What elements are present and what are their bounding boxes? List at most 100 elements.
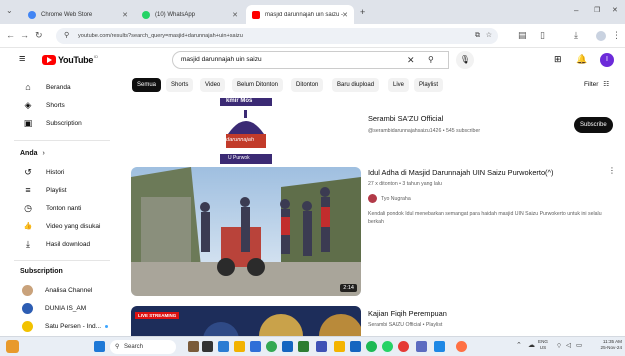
search-input[interactable]: masjid darunnajah uin saizu ✕ ⚲	[172, 51, 449, 69]
chip-recently-uploaded[interactable]: Baru diupload	[332, 78, 380, 92]
hamburger-menu-icon[interactable]: ≡	[19, 53, 25, 65]
close-tab-icon[interactable]: ✕	[232, 11, 238, 19]
chevron-up-icon[interactable]: ⌃	[516, 341, 522, 349]
create-video-icon[interactable]: ⊞	[554, 54, 562, 65]
video-thumbnail[interactable]: LIVE STREAMING	[131, 306, 361, 336]
tab-youtube[interactable]: masjid darunnajah uin saizu - YouTube ✕	[246, 5, 354, 24]
video-title[interactable]: Idul Adha di Masjid Darunnajah UIN Saizu…	[368, 168, 553, 177]
download-icon: ⤓	[26, 238, 30, 249]
app-icon[interactable]	[456, 341, 467, 352]
forward-icon[interactable]: →	[20, 30, 29, 40]
sidebar-subscription-item[interactable]: DUNIA IS_AM	[0, 299, 118, 317]
sidebar-you-heading[interactable]: Anda ›	[20, 150, 45, 157]
weather-widget-icon[interactable]	[6, 340, 19, 353]
sidebar-item-watch-later[interactable]: ◷ Tonton nanti	[0, 199, 118, 217]
windows-start-icon[interactable]	[94, 341, 105, 352]
chrome-icon[interactable]	[266, 341, 277, 352]
chip-video[interactable]: Video	[200, 78, 226, 92]
account-avatar[interactable]: I	[600, 53, 614, 67]
chip-all[interactable]: Semua	[132, 78, 162, 92]
edge-icon[interactable]	[218, 341, 229, 352]
bookmark-star-icon[interactable]: ☆	[486, 28, 492, 44]
close-tab-icon[interactable]: ✕	[342, 11, 348, 19]
sidebar-subscription-item[interactable]: Analisa Channel	[0, 281, 118, 299]
new-tab-button[interactable]: +	[360, 7, 365, 17]
sidebar-item-subscriptions[interactable]: ▣ Subscription	[0, 114, 118, 132]
wifi-icon[interactable]: ⌔	[556, 341, 562, 350]
close-tab-icon[interactable]: ✕	[122, 11, 128, 19]
sidebar-item-shorts[interactable]: ◈ Shorts	[0, 96, 118, 114]
taskbar-search-input[interactable]: ⚲ Search	[110, 340, 176, 354]
menu-kebab-icon[interactable]: ⋮	[612, 30, 621, 41]
word-icon[interactable]	[282, 341, 293, 352]
whatsapp-icon[interactable]	[382, 341, 393, 352]
youtube-logo[interactable]: YouTube ID	[42, 54, 98, 65]
screen-share-icon[interactable]: ⧉	[475, 28, 480, 44]
sidebar-item-downloads[interactable]: ⤓ Hasil download	[0, 235, 118, 253]
clear-search-icon[interactable]: ✕	[407, 52, 415, 68]
chip-shorts[interactable]: Shorts	[166, 78, 194, 92]
sidebar-item-history[interactable]: ↺ Histori	[0, 163, 118, 181]
battery-icon[interactable]: ▭	[576, 341, 582, 349]
sidebar: ⌂ Beranda ◈ Shorts ▣ Subscription Anda ›…	[0, 74, 118, 336]
notifications-bell-icon[interactable]: 🔔	[576, 54, 587, 65]
site-info-icon[interactable]: ⚲	[64, 28, 69, 44]
notes-icon[interactable]	[334, 341, 345, 352]
maximize-icon[interactable]: ❐	[594, 6, 600, 14]
video-title[interactable]: Kajian Fiqih Perempuan	[368, 309, 447, 318]
excel-icon[interactable]	[298, 341, 309, 352]
voice-search-icon[interactable]: 🎙	[456, 51, 474, 69]
download-icon[interactable]: ⤓	[574, 30, 578, 41]
chip-live[interactable]: Live	[388, 78, 410, 92]
widgets-icon[interactable]	[188, 341, 199, 352]
file-explorer-icon[interactable]	[234, 341, 245, 352]
profile-icon[interactable]	[596, 31, 606, 41]
sidebar-item-playlist[interactable]: ≡ Playlist	[0, 181, 118, 199]
spotify-icon[interactable]	[366, 341, 377, 352]
thumbnail-image	[131, 306, 361, 336]
tab-chrome-web-store[interactable]: Chrome Web Store ✕	[22, 5, 134, 24]
minimize-icon[interactable]: –	[574, 6, 578, 15]
like-icon: 👍	[23, 223, 33, 230]
region-code: US	[539, 345, 547, 350]
close-window-icon[interactable]: ✕	[612, 6, 618, 14]
clock[interactable]: 11:35 AM 25-Nov-24	[588, 339, 622, 351]
whatsapp-favicon-icon	[142, 10, 150, 19]
tab-whatsapp[interactable]: (10) WhatsApp ✕	[136, 5, 244, 24]
store-icon[interactable]	[250, 341, 261, 352]
sidebar-subscription-item[interactable]: Satu Persen - Ind...	[0, 317, 118, 335]
sidebar-item-liked-videos[interactable]: 👍 Video yang disukai	[0, 217, 118, 235]
chip-unwatched[interactable]: Belum Ditonton	[232, 78, 284, 92]
extensions-icon[interactable]: ▤	[518, 30, 527, 41]
taskbar-search-label: Search	[124, 344, 144, 350]
app-icon[interactable]	[398, 341, 409, 352]
sidebar-divider	[14, 260, 110, 261]
language-indicator[interactable]: ENG US	[538, 339, 548, 351]
video-duration: 2:14	[340, 284, 357, 292]
more-actions-icon[interactable]: ⋮	[608, 166, 616, 175]
channel-title[interactable]: Serambi SA'ZU Official	[368, 114, 443, 123]
filter-button[interactable]: Filter ☷	[584, 80, 609, 88]
video-thumbnail[interactable]: 2:14	[131, 167, 361, 296]
subscribe-button[interactable]: Subscribe	[574, 117, 613, 133]
new-content-dot	[105, 324, 109, 328]
channel-logo[interactable]: kmir Mos darunnajah U Purwok	[220, 98, 272, 164]
app-icon[interactable]	[434, 341, 445, 352]
logo-bottom-text: U Purwok	[228, 155, 250, 161]
sidebar-item-home[interactable]: ⌂ Beranda	[0, 78, 118, 96]
volume-icon[interactable]: ◁	[566, 341, 571, 349]
chip-playlist[interactable]: Playlist	[414, 78, 444, 92]
side-panel-icon[interactable]: ▯	[540, 30, 545, 41]
cloud-icon[interactable]: ☁	[528, 341, 535, 349]
back-icon[interactable]: ←	[6, 30, 15, 40]
teams-icon[interactable]	[316, 341, 327, 352]
tab-search-icon[interactable]: ⌄	[6, 6, 13, 15]
address-bar[interactable]: ⚲ youtube.com/results?search_query=masji…	[56, 28, 498, 44]
reload-icon[interactable]: ↻	[35, 30, 43, 41]
app-icon[interactable]	[416, 341, 427, 352]
video-channel[interactable]: Tyo Nugraha	[368, 194, 411, 203]
chip-watched[interactable]: Ditonton	[291, 78, 324, 92]
search-icon[interactable]: ⚲	[428, 52, 434, 68]
app-icon[interactable]	[350, 341, 361, 352]
task-view-icon[interactable]	[202, 341, 213, 352]
